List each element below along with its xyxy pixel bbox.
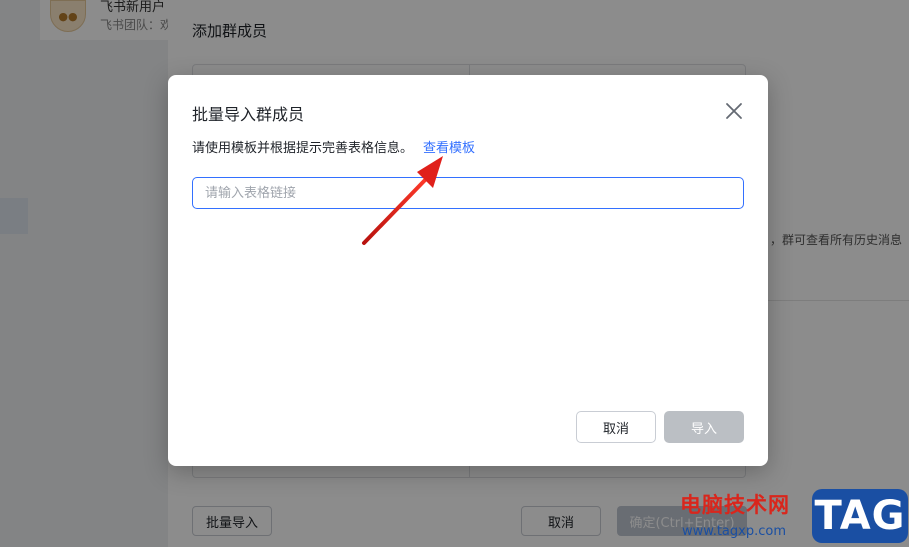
watermark-url: www.tagxp.com (682, 524, 786, 539)
sheet-link-input[interactable] (192, 177, 744, 209)
dialog-description: 请使用模板并根据提示完善表格信息。 查看模板 (192, 137, 475, 156)
view-template-link[interactable]: 查看模板 (423, 141, 475, 156)
description-text: 请使用模板并根据提示完善表格信息。 (192, 141, 414, 156)
import-button[interactable]: 导入 (664, 411, 744, 443)
watermark: 电脑技术网 www.tagxp.com TAG (676, 487, 909, 547)
watermark-site-name: 电脑技术网 (680, 493, 790, 517)
batch-import-dialog: 批量导入群成员 请使用模板并根据提示完善表格信息。查看模板 取消 导入 (168, 75, 768, 466)
dialog-title: 批量导入群成员 (192, 105, 305, 124)
cancel-button[interactable]: 取消 (576, 411, 656, 443)
watermark-logo: TAG (812, 489, 908, 543)
close-icon[interactable] (722, 99, 746, 123)
